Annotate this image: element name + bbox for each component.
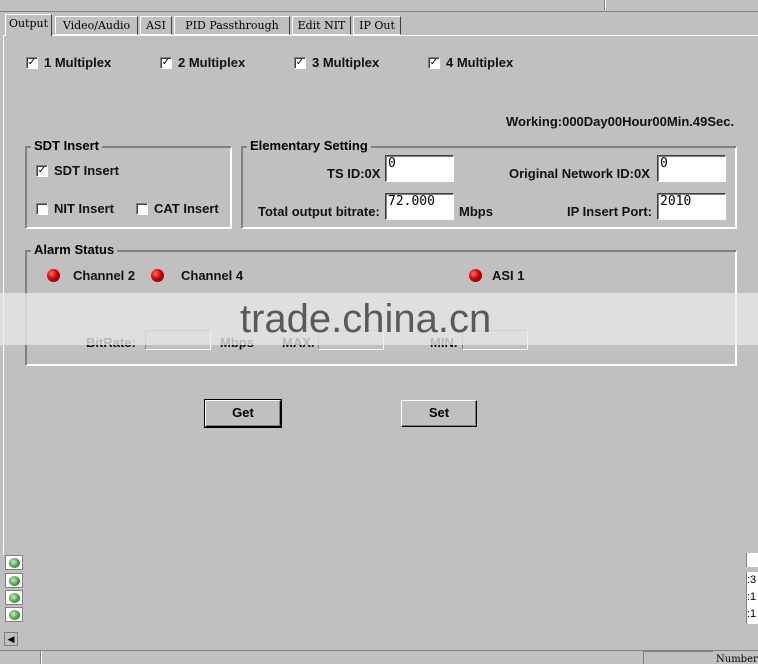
elementary-group-title: Elementary Setting bbox=[247, 138, 371, 153]
multiplex-1-label: 1 Multiplex bbox=[44, 55, 112, 70]
multiplex-3-label: 3 Multiplex bbox=[312, 55, 380, 70]
asi-1-led-icon bbox=[469, 269, 482, 282]
original-network-id-field[interactable]: 0 bbox=[657, 155, 726, 182]
list-item-icon-3[interactable] bbox=[5, 590, 23, 605]
multiplex-4-label: 4 Multiplex bbox=[446, 55, 514, 70]
working-time-status: Working:000Day00Hour00Min.49Sec. bbox=[506, 114, 735, 129]
scroll-left-arrow-icon[interactable]: ◀ bbox=[4, 632, 18, 646]
tab-video-audio[interactable]: Video/Audio bbox=[55, 16, 138, 35]
ts-id-label: TS ID:0X bbox=[327, 166, 381, 181]
channel-2-label: Channel 2 bbox=[73, 268, 136, 283]
bitrate-unit-label: Mbps bbox=[459, 204, 493, 219]
nit-insert-label: NIT Insert bbox=[54, 201, 114, 216]
green-node-icon bbox=[9, 576, 20, 586]
original-network-id-label: Original Network ID:0X bbox=[509, 166, 650, 181]
sdt-insert-checkbox[interactable]: ✓ bbox=[36, 165, 48, 177]
green-node-icon bbox=[9, 558, 20, 568]
ip-insert-port-label: IP Insert Port: bbox=[567, 204, 653, 219]
set-button[interactable]: Set bbox=[401, 400, 477, 427]
multiplex-3-checkbox[interactable]: ✓ bbox=[294, 57, 306, 69]
right-list-value: :1 bbox=[747, 608, 757, 620]
ip-insert-port-field[interactable]: 2010 bbox=[657, 193, 726, 220]
list-item-icon-2[interactable] bbox=[5, 573, 23, 588]
ts-id-field[interactable]: 0 bbox=[385, 155, 454, 182]
list-item-icon-1[interactable] bbox=[5, 555, 23, 570]
alarm-status-title: Alarm Status bbox=[31, 242, 118, 257]
green-node-icon bbox=[9, 610, 20, 620]
multiplex-1-checkbox[interactable]: ✓ bbox=[26, 57, 38, 69]
tab-ip-out[interactable]: IP Out bbox=[353, 16, 401, 35]
multiplex-2-checkbox[interactable]: ✓ bbox=[160, 57, 172, 69]
status-divider bbox=[40, 651, 42, 664]
cat-insert-checkbox[interactable] bbox=[136, 203, 148, 215]
cat-insert-label: CAT Insert bbox=[154, 201, 219, 216]
channel-2-led-icon bbox=[47, 269, 60, 282]
right-list-header bbox=[746, 553, 758, 567]
status-pane bbox=[643, 651, 713, 664]
get-button[interactable]: Get bbox=[204, 399, 282, 428]
right-list-value: :3 bbox=[747, 574, 757, 586]
channel-4-led-icon bbox=[151, 269, 164, 282]
tab-edit-nit[interactable]: Edit NIT bbox=[292, 16, 351, 35]
tab-asi[interactable]: ASI bbox=[140, 16, 172, 35]
green-node-icon bbox=[9, 593, 20, 603]
number-column-header: Number bbox=[716, 654, 758, 664]
right-list: :3 :1 :1 bbox=[746, 572, 758, 624]
multiplex-2-label: 2 Multiplex bbox=[178, 55, 246, 70]
multiplex-4-checkbox[interactable]: ✓ bbox=[428, 57, 440, 69]
watermark-text: trade.china.cn bbox=[240, 297, 492, 341]
window-top-strip bbox=[0, 0, 758, 12]
nit-insert-checkbox[interactable] bbox=[36, 203, 48, 215]
asi-1-label: ASI 1 bbox=[492, 268, 525, 283]
sdt-insert-group bbox=[25, 146, 232, 229]
top-divider bbox=[604, 0, 606, 10]
sdt-insert-label: SDT Insert bbox=[54, 163, 120, 178]
list-item-icon-4[interactable] bbox=[5, 607, 23, 622]
tab-output[interactable]: Output bbox=[5, 14, 52, 36]
right-list-value: :1 bbox=[747, 591, 757, 603]
sdt-group-title: SDT Insert bbox=[31, 138, 103, 153]
total-output-bitrate-label: Total output bitrate: bbox=[258, 204, 380, 219]
total-output-bitrate-field[interactable]: 72.000 bbox=[385, 193, 454, 220]
channel-4-label: Channel 4 bbox=[181, 268, 244, 283]
tab-pid-passthrough[interactable]: PID Passthrough bbox=[174, 16, 290, 35]
